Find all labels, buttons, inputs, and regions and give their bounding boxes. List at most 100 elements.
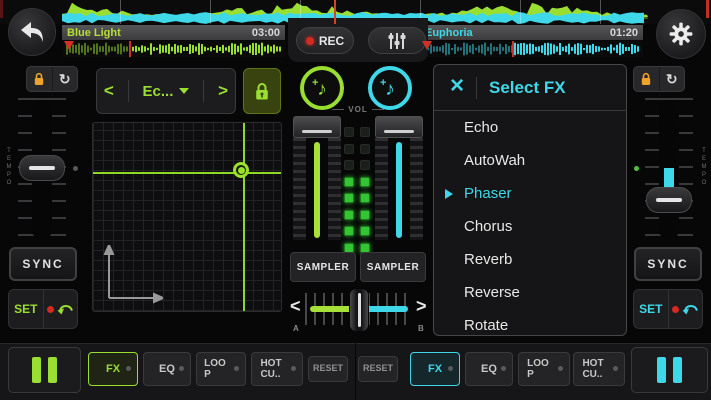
deck-a-loop-tab[interactable]: LOO P [196, 352, 246, 386]
deck-b-tempo-reset-button[interactable]: ↻ [660, 67, 685, 91]
fx-lock-button[interactable] [243, 68, 281, 114]
led-on [360, 193, 370, 203]
deck-b-title-bar[interactable]: Euphoria 01:20 [420, 25, 643, 40]
deck-b-set-label: SET [639, 302, 662, 316]
back-button[interactable] [8, 8, 56, 56]
led-on [360, 226, 370, 236]
fx-list: EchoAutoWahPhaserChorusReverbReverseRota… [434, 111, 626, 336]
deck-a-tempo-handle[interactable] [19, 155, 65, 181]
level-meter [344, 127, 370, 253]
led-on [344, 193, 354, 203]
mixer-sliders-icon [386, 32, 408, 50]
deck-a-reset-button[interactable]: RESET [308, 356, 348, 382]
fx-xy-pad[interactable] [92, 122, 282, 312]
deck-a-eq-tab[interactable]: EQ [143, 352, 191, 386]
fx-next-button[interactable]: > [218, 81, 228, 101]
deck-b-sampler-button[interactable]: SAMPLER [360, 252, 426, 282]
fx-list-item-echo[interactable]: Echo [434, 111, 626, 144]
deck-b-tempo-lock-button[interactable] [634, 67, 659, 91]
deck-b-track-time: 01:20 [610, 27, 638, 39]
dj-mixer-app: Blue Light 03:00 Euphoria 01:20 REC [0, 0, 711, 400]
deck-b-fx-tab[interactable]: FX [410, 352, 460, 386]
fx-list-item-phaser[interactable]: Phaser [434, 177, 626, 210]
xy-pad-marker[interactable] [233, 162, 249, 178]
fx-list-item-rotate[interactable]: Rotate [434, 309, 626, 336]
undo-arrow-icon [682, 303, 698, 315]
lock-icon [254, 82, 270, 101]
deck-a-sync-button[interactable]: SYNC [9, 247, 77, 281]
record-button[interactable]: REC [296, 27, 354, 54]
deck-b-tempo-handle[interactable] [646, 187, 692, 213]
deck-a-sampler-button[interactable]: SAMPLER [290, 252, 356, 282]
deck-a-tempo-reset-button[interactable]: ↻ [53, 67, 78, 91]
crossfader-a-label: A [293, 324, 299, 333]
deck-b-volume-handle[interactable] [375, 116, 423, 138]
fx-list-item-autowah[interactable]: AutoWah [434, 144, 626, 177]
deck-a-track-overview[interactable] [62, 41, 285, 57]
deck-b-cue-row: SET [633, 289, 703, 329]
chevron-down-icon [179, 88, 189, 94]
record-label: REC [319, 34, 344, 48]
deck-b-position-marker [512, 41, 514, 57]
play-triangle-icon [445, 189, 453, 199]
reset-loop-icon: ↻ [59, 72, 71, 86]
fx-list-item-reverse[interactable]: Reverse [434, 276, 626, 309]
deck-a-hotcue-tab[interactable]: HOT CU.. [251, 352, 303, 386]
close-icon[interactable]: × [450, 74, 464, 98]
back-arrow-icon [19, 21, 45, 43]
deck-b-track-overview[interactable] [420, 41, 643, 57]
deck-b-add-sample-button[interactable]: ♪ + [368, 66, 412, 110]
deck-b-sync-button[interactable]: SYNC [634, 247, 702, 281]
deck-b-pause-button[interactable] [631, 347, 708, 393]
deck-a-tempo-lock-button[interactable] [27, 67, 52, 91]
deck-b-reset-button[interactable]: RESET [358, 356, 398, 382]
cue-dot-icon [672, 306, 679, 313]
fx-list-item-reverb[interactable]: Reverb [434, 243, 626, 276]
settings-button[interactable] [656, 9, 706, 59]
crossfader-left-arrow-icon: < [290, 296, 301, 317]
led-off [344, 127, 354, 137]
deck-b-loop-tab[interactable]: LOO P [518, 352, 570, 386]
deck-b-jump-cue-button[interactable] [669, 290, 703, 328]
select-fx-header: × Select FX [434, 65, 626, 111]
crossfader-right-arrow-icon: > [416, 296, 427, 317]
sampler-b-label: SAMPLER [367, 262, 419, 273]
deck-a-set-cue-button[interactable]: SET [9, 290, 43, 328]
select-fx-title: Select FX [489, 78, 566, 98]
deck-a-set-label: SET [14, 302, 37, 316]
deck-b-set-cue-button[interactable]: SET [634, 290, 668, 328]
deck-a-fx-tab[interactable]: FX [88, 352, 138, 386]
led-on [360, 210, 370, 220]
crossfader[interactable]: < > A B [288, 288, 428, 336]
deck-a-add-sample-button[interactable]: ♪ + [300, 66, 344, 110]
xy-pad-vline [243, 123, 245, 312]
led-on [344, 210, 354, 220]
deck-a-title-bar[interactable]: Blue Light 03:00 [62, 25, 285, 40]
fx-prev-button[interactable]: < [104, 81, 114, 101]
crossfader-b-label: B [418, 324, 424, 333]
deck-a-jump-cue-button[interactable] [44, 290, 78, 328]
led-off [344, 160, 354, 170]
deck-a-track-title: Blue Light [67, 27, 121, 39]
deck-a-pause-button[interactable] [8, 347, 81, 393]
led-on [344, 226, 354, 236]
pause-icon [657, 357, 666, 383]
deck-b-eq-tab[interactable]: EQ [465, 352, 513, 386]
led-off [360, 160, 370, 170]
deck-a-volume-fader[interactable] [293, 116, 341, 246]
deck-b-volume-fader[interactable] [375, 116, 423, 246]
deck-b-hotcue-tab[interactable]: HOT CU.. [573, 352, 625, 386]
fx-name-dropdown[interactable]: Ec... [143, 83, 190, 100]
deck-a-track-time: 03:00 [252, 27, 280, 39]
deck-b-tempo-lockbar: ↻ [633, 66, 685, 92]
deck-a-volume-handle[interactable] [293, 116, 341, 138]
deck-b-track-title: Euphoria [425, 27, 473, 39]
waveform-left-marker [0, 0, 3, 18]
deck-a-fx-selector: < Ec... > [96, 68, 236, 114]
lock-icon [640, 72, 652, 86]
fx-list-item-chorus[interactable]: Chorus [434, 210, 626, 243]
playhead-line [334, 0, 336, 24]
mixer-settings-button[interactable] [368, 27, 426, 54]
crossfader-handle[interactable] [349, 288, 369, 332]
deck-a-tempo-zero-dot [73, 166, 78, 171]
